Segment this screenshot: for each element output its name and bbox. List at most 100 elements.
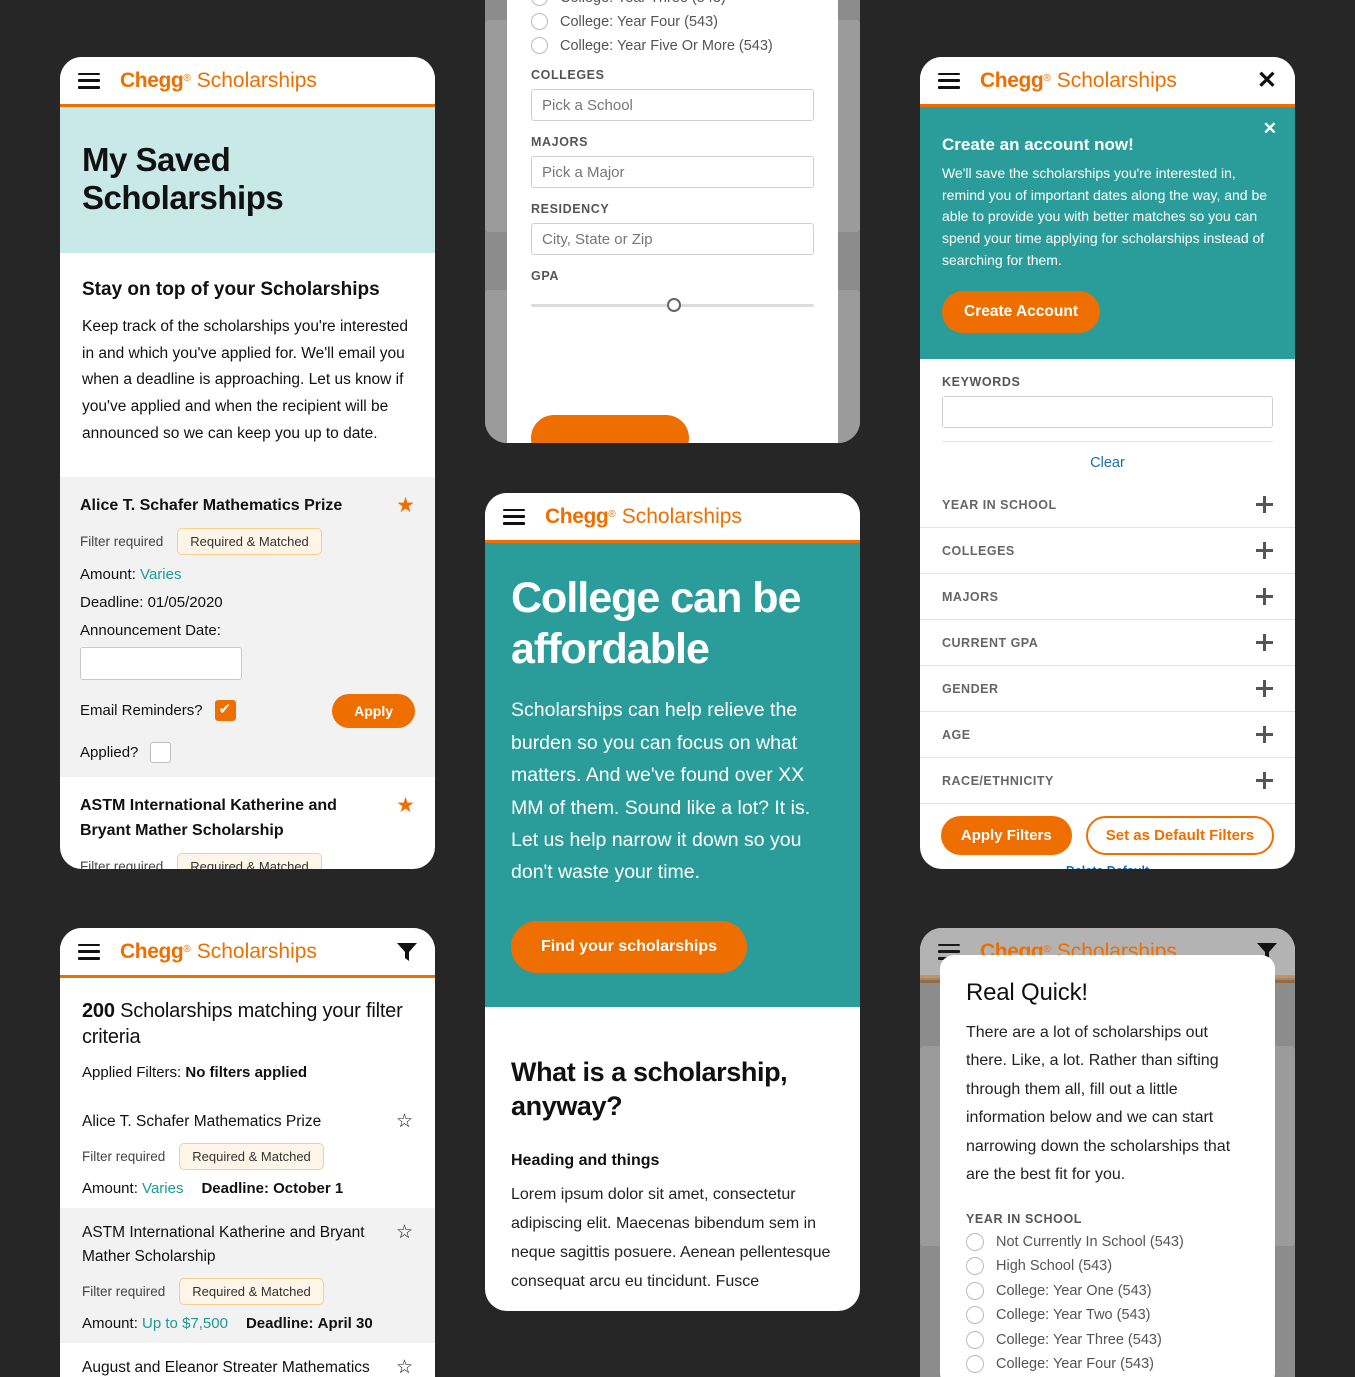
accordion-race-ethnicity[interactable]: RACE/ETHNICITY	[920, 757, 1295, 803]
result-item[interactable]: Alice T. Schafer Mathematics Prize ☆ Fil…	[60, 1097, 435, 1208]
radio-option[interactable]: College: Year Two (543)	[966, 1306, 1249, 1325]
accordion-majors[interactable]: MAJORS	[920, 573, 1295, 619]
filter-accordion: YEAR IN SCHOOL COLLEGES MAJORS CURRENT G…	[920, 482, 1295, 803]
amount-value: Varies	[140, 565, 182, 583]
registered-mark-icon: ®	[608, 508, 616, 520]
hamburger-icon[interactable]	[78, 943, 100, 960]
radio-button[interactable]	[531, 37, 548, 54]
accordion-colleges[interactable]: COLLEGES	[920, 527, 1295, 573]
star-filled-icon[interactable]: ★	[396, 495, 415, 516]
submit-filters-button[interactable]	[531, 415, 689, 443]
email-reminders-checkbox[interactable]	[214, 700, 236, 722]
app-bar: Chegg ® Scholarships	[60, 57, 435, 107]
accordion-year-in-school[interactable]: YEAR IN SCHOOL	[920, 482, 1295, 527]
clear-link[interactable]: Clear	[942, 441, 1273, 471]
page-title: My Saved Scholarships	[82, 141, 284, 216]
radio-button[interactable]	[966, 1330, 984, 1349]
saved-intro: Stay on top of your Scholarships Keep tr…	[60, 253, 435, 447]
accordion-current-gpa[interactable]: CURRENT GPA	[920, 619, 1295, 665]
plus-icon[interactable]	[1256, 680, 1273, 698]
results-count-suffix: Scholarships matching your filter criter…	[82, 1000, 403, 1048]
amount-value: Varies	[142, 1180, 184, 1198]
radio-option[interactable]: College: Year Four (543)	[966, 1355, 1249, 1374]
accordion-gender[interactable]: GENDER	[920, 665, 1295, 711]
saved-card-title: ASTM International Katherine and Bryant …	[80, 796, 337, 840]
residency-label: RESIDENCY	[531, 202, 610, 216]
radio-label: College: Year Three (543)	[996, 1331, 1162, 1348]
hero-title: College can be affordable	[511, 574, 801, 673]
gpa-slider[interactable]	[531, 295, 814, 315]
delete-default-link[interactable]: Delete Default	[920, 864, 1295, 869]
radio-button[interactable]	[966, 1355, 984, 1374]
residency-input[interactable]	[531, 223, 814, 255]
hamburger-icon[interactable]	[503, 508, 525, 525]
amount-value: Up to $7,500	[142, 1315, 228, 1333]
radio-button[interactable]	[966, 1306, 984, 1325]
result-item[interactable]: August and Eleanor Streater Mathematics …	[60, 1343, 435, 1377]
star-filled-icon[interactable]: ★	[396, 795, 415, 816]
hamburger-icon[interactable]	[78, 72, 100, 89]
funnel-icon[interactable]	[397, 942, 417, 961]
create-account-button[interactable]: Create Account	[942, 291, 1100, 334]
applied-filters-value: No filters applied	[185, 1064, 308, 1081]
promo-title: Create an account now!	[942, 135, 1134, 154]
saved-banner: My Saved Scholarships	[60, 107, 435, 253]
hamburger-icon[interactable]	[938, 72, 960, 89]
radio-option[interactable]: College: Year Three (543)	[531, 0, 814, 6]
result-title: August and Eleanor Streater Mathematics …	[82, 1359, 370, 1377]
plus-icon[interactable]	[1256, 588, 1273, 606]
plus-icon[interactable]	[1256, 542, 1273, 560]
panel-saved-scholarships: Chegg ® Scholarships My Saved Scholarship…	[60, 57, 435, 869]
announcement-date-input[interactable]	[80, 646, 242, 680]
majors-input[interactable]	[531, 156, 814, 188]
find-scholarships-button[interactable]: Find your scholarships	[511, 920, 748, 973]
radio-option[interactable]: College: Year One (543)	[966, 1281, 1249, 1300]
accordion-label: CURRENT GPA	[942, 635, 1039, 650]
apply-filters-button[interactable]: Apply Filters	[940, 816, 1072, 856]
plus-icon[interactable]	[1256, 726, 1273, 744]
deadline-label: Deadline:	[80, 593, 144, 611]
plus-icon[interactable]	[1256, 634, 1273, 652]
panel-landing-hero: Chegg ® Scholarships College can be affor…	[485, 493, 860, 1311]
gpa-label: GPA	[531, 269, 559, 283]
applied-label: Applied?	[80, 743, 139, 761]
accordion-age[interactable]: AGE	[920, 711, 1295, 757]
radio-option[interactable]: College: Year Five Or More (543)	[531, 37, 814, 54]
registered-mark-icon: ®	[183, 72, 191, 84]
deadline-label: Deadline:	[245, 1315, 314, 1333]
radio-option[interactable]: College: Year Four (543)	[531, 13, 814, 30]
radio-button[interactable]	[531, 13, 548, 30]
radio-button[interactable]	[531, 0, 548, 6]
deadline-value: April 30	[317, 1315, 373, 1333]
star-outline-icon[interactable]: ☆	[396, 1223, 413, 1242]
email-reminders-label: Email Reminders?	[80, 702, 203, 720]
star-outline-icon[interactable]: ☆	[396, 1358, 413, 1377]
radio-button[interactable]	[966, 1281, 984, 1300]
apply-button[interactable]: Apply	[332, 693, 415, 728]
radio-option[interactable]: High School (543)	[966, 1257, 1249, 1276]
close-icon[interactable]: ✕	[1257, 68, 1277, 93]
dismiss-promo-icon[interactable]: ✕	[1263, 119, 1277, 139]
radio-option[interactable]: College: Year Three (543)	[966, 1330, 1249, 1349]
accordion-label: RACE/ETHNICITY	[942, 773, 1054, 788]
keywords-block: KEYWORDS Clear	[920, 359, 1295, 471]
slider-knob[interactable]	[666, 298, 681, 312]
result-item[interactable]: ASTM International Katherine and Bryant …	[60, 1208, 435, 1344]
radio-option[interactable]: Not Currently In School (543)	[966, 1232, 1249, 1251]
create-account-promo: ✕ Create an account now! We'll save the …	[920, 107, 1295, 360]
plus-icon[interactable]	[1256, 772, 1273, 790]
radio-label: College: Year Two (543)	[996, 1307, 1151, 1324]
colleges-input[interactable]	[531, 89, 814, 121]
radio-button[interactable]	[966, 1232, 984, 1251]
brand-logo: Chegg ® Scholarships	[980, 69, 1177, 93]
radio-button[interactable]	[966, 1257, 984, 1276]
applied-checkbox[interactable]	[150, 741, 172, 763]
set-default-filters-button[interactable]: Set as Default Filters	[1085, 816, 1275, 856]
saved-card-deadline: Deadline: 01/05/2020	[80, 594, 415, 611]
keywords-input[interactable]	[942, 396, 1273, 429]
saved-card: Alice T. Schafer Mathematics Prize ★ Fil…	[60, 477, 435, 777]
plus-icon[interactable]	[1256, 496, 1273, 514]
panel-filter-sheet: College: Year Two (543) College: Year Th…	[485, 0, 860, 443]
star-outline-icon[interactable]: ☆	[396, 1112, 413, 1131]
applied-filters: Applied Filters: No filters applied	[82, 1064, 413, 1081]
